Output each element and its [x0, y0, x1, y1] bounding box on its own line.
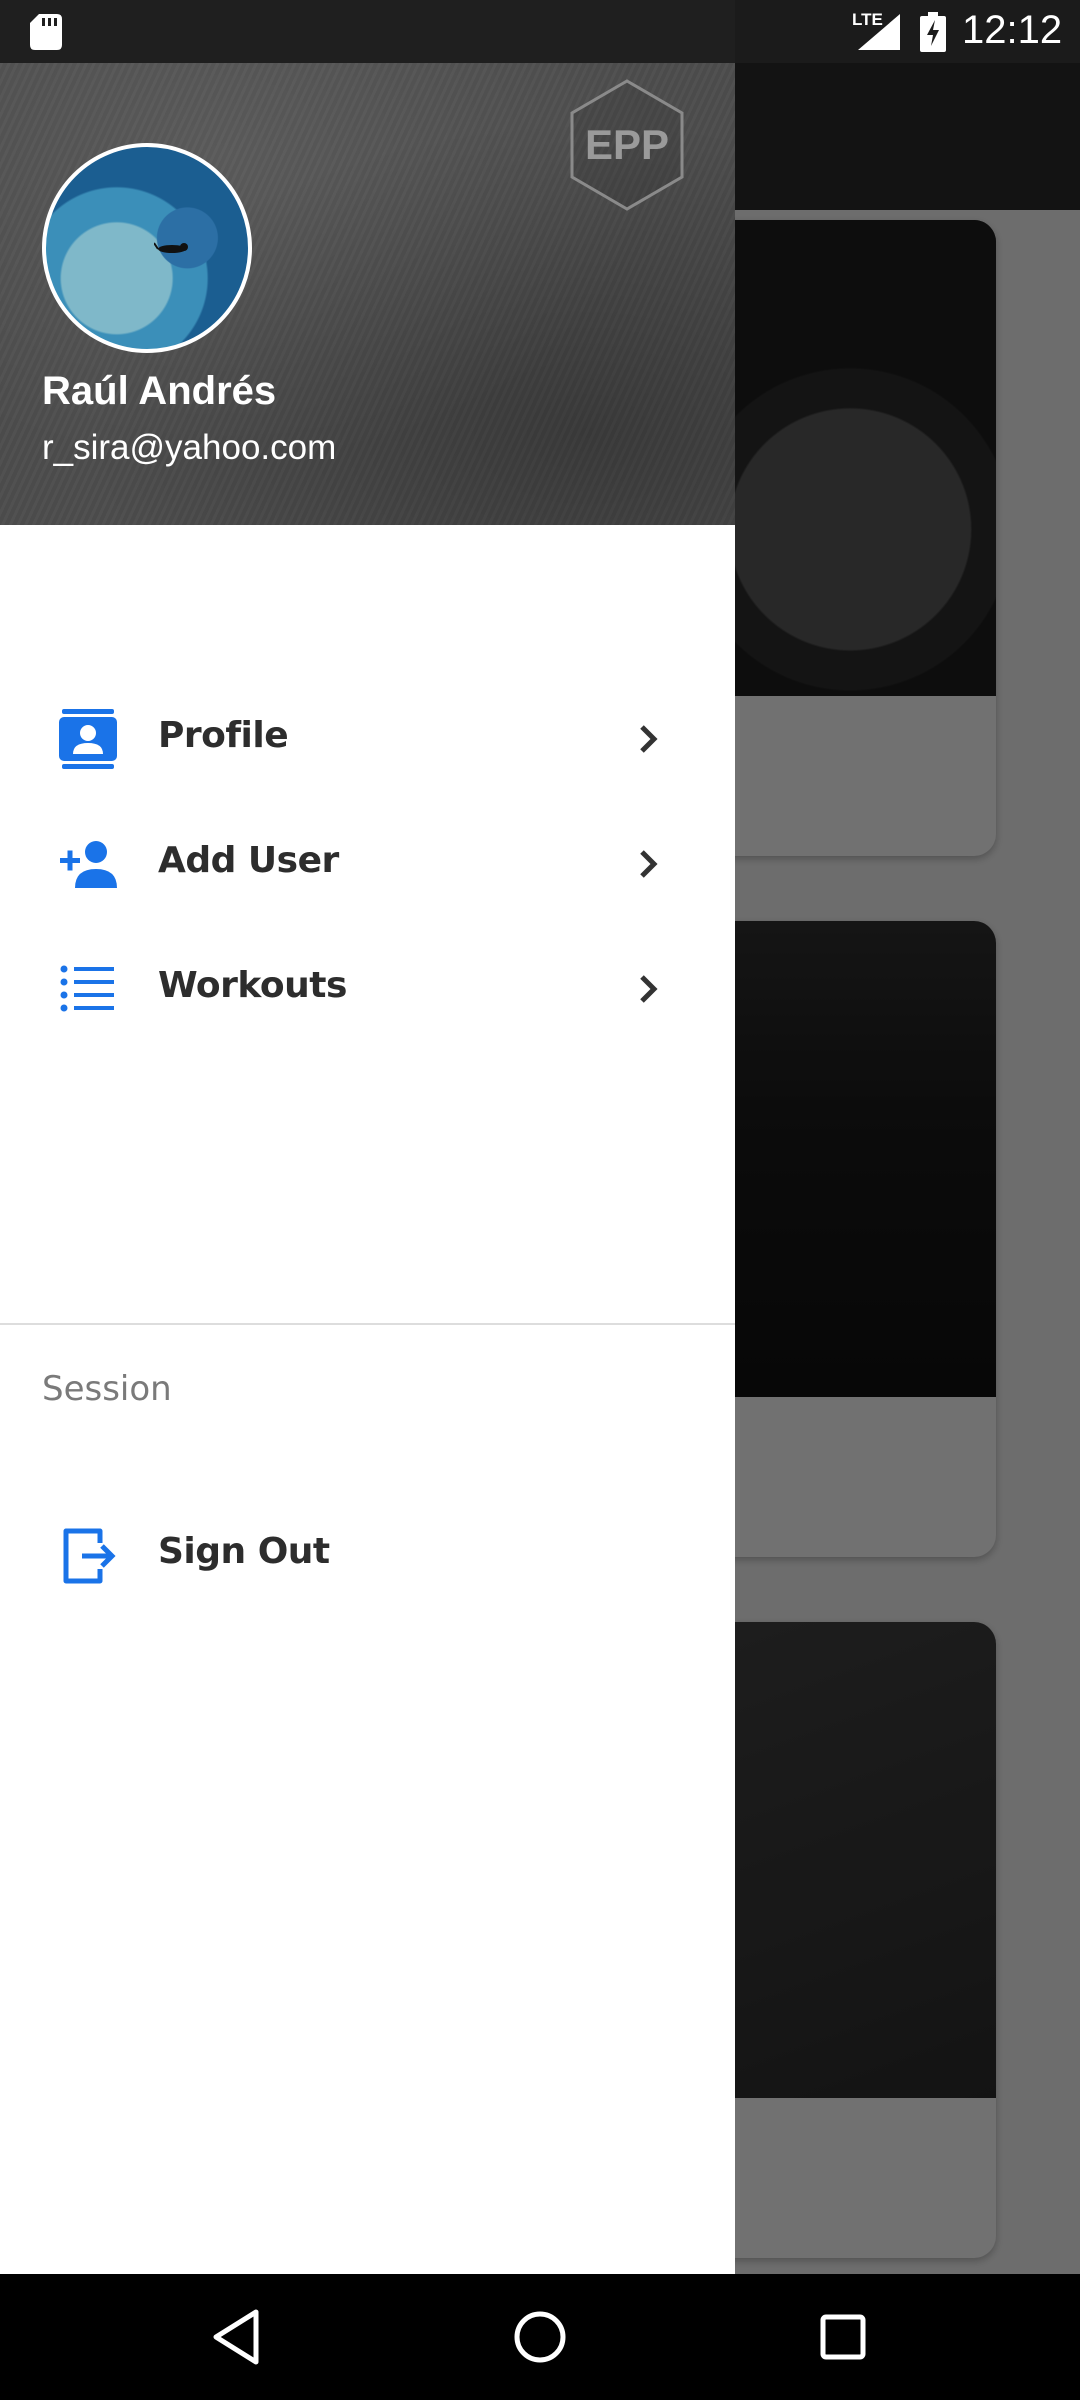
person-add-icon: [60, 841, 117, 888]
system-nav-bar: [0, 2274, 1080, 2400]
status-bar: LTE 12:12: [0, 0, 1080, 63]
sd-card-icon: [30, 14, 62, 50]
drawer-item-workouts[interactable]: Workouts: [0, 927, 735, 1047]
sign-out-label: Sign Out: [158, 1531, 330, 1572]
drawer-item-label: Profile: [158, 715, 289, 756]
drawer-header: EPP Raúl Andrés r_sira@yahoo.com: [0, 63, 735, 525]
back-icon[interactable]: [204, 2304, 270, 2370]
logo-text: EPP: [585, 121, 669, 168]
navigation-drawer: EPP Raúl Andrés r_sira@yahoo.com Profile…: [0, 63, 735, 2274]
user-name: Raúl Andrés: [42, 369, 277, 413]
battery-charging-icon: [920, 12, 946, 52]
drawer-item-label: Workouts: [158, 965, 347, 1006]
recents-icon[interactable]: [810, 2304, 876, 2370]
signal-icon: [858, 14, 900, 50]
sign-out-button[interactable]: Sign Out: [0, 1493, 735, 1613]
drawer-item-profile[interactable]: Profile: [0, 677, 735, 797]
contact-card-icon: [59, 709, 117, 769]
epp-logo: EPP: [570, 79, 684, 211]
list-icon: [60, 965, 114, 1012]
diver-figure: [154, 242, 188, 253]
exit-icon: [63, 1528, 116, 1584]
chevron-right-icon: [640, 975, 658, 1003]
chevron-right-icon: [640, 725, 658, 753]
drawer-item-add-user[interactable]: Add User: [0, 802, 735, 922]
drawer-item-label: Add User: [158, 840, 339, 881]
home-icon[interactable]: [507, 2304, 573, 2370]
drawer-divider: [0, 1323, 735, 1325]
user-email: r_sira@yahoo.com: [42, 428, 337, 467]
avatar[interactable]: [42, 143, 252, 353]
chevron-right-icon: [640, 850, 658, 878]
session-section-header: Session: [42, 1369, 172, 1409]
clock: 12:12: [962, 8, 1063, 52]
